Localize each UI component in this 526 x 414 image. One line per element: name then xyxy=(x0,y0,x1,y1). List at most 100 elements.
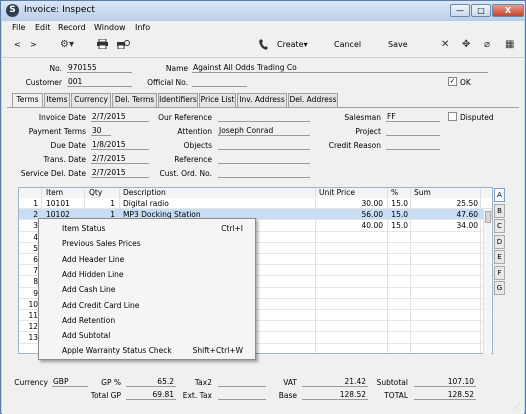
row-number-cell[interactable]: 7 xyxy=(23,265,38,276)
side-tab-d[interactable]: D xyxy=(494,234,505,249)
context-menu-item[interactable]: Item Status Ctrl+I xyxy=(39,221,255,236)
attachment-icon[interactable]: ⌀ xyxy=(484,39,490,50)
tab-terms[interactable]: Terms xyxy=(12,93,43,108)
percent-cell[interactable]: 15.0 xyxy=(389,220,408,231)
tab-del-address[interactable]: Del. Address xyxy=(288,93,338,107)
reference-field[interactable] xyxy=(218,154,310,164)
no-field[interactable]: 970155 xyxy=(67,63,132,73)
tab-price-list[interactable]: Price List xyxy=(199,93,236,107)
context-menu-item-label: Apple Warranty Status Check xyxy=(62,346,172,356)
trans-date-field[interactable]: 2/7/2015 xyxy=(91,154,149,164)
payment-terms-field[interactable]: 30 xyxy=(91,126,111,136)
official-no-field[interactable] xyxy=(192,77,247,87)
tab-del-terms[interactable]: Del. Terms xyxy=(112,93,157,107)
context-menu-item[interactable]: Add Retention xyxy=(39,313,255,328)
menu-file[interactable]: File xyxy=(12,23,25,32)
scrollbar-thumb[interactable] xyxy=(485,211,491,223)
sum-cell[interactable]: 25.50 xyxy=(412,198,478,209)
context-menu-item[interactable]: Previous Sales Prices xyxy=(39,236,255,251)
unit-price-cell[interactable]: 56.00 xyxy=(317,209,383,220)
disputed-checkbox[interactable] xyxy=(448,112,457,121)
tab-currency[interactable]: Currency xyxy=(71,93,111,107)
description-cell[interactable]: Digital radio xyxy=(123,198,313,209)
maximize-button[interactable]: □ xyxy=(471,4,491,17)
tab-identifiers[interactable]: Identifiers xyxy=(158,93,198,107)
phone-icon[interactable] xyxy=(259,39,268,53)
print-icon[interactable] xyxy=(97,38,108,52)
row-number-cell[interactable]: 10 xyxy=(23,299,38,310)
name-field[interactable]: Against All Odds Trading Co xyxy=(192,63,488,73)
close-icon[interactable]: ✕ xyxy=(441,39,449,50)
percent-cell[interactable]: 15.0 xyxy=(389,209,408,220)
sum-cell[interactable]: 47.60 xyxy=(412,209,478,220)
attention-field[interactable]: Joseph Conrad xyxy=(218,126,310,136)
side-tab-g[interactable]: G xyxy=(494,281,505,295)
invoice-date-field[interactable]: 2/7/2015 xyxy=(91,112,149,122)
menu-record[interactable]: Record xyxy=(58,23,86,32)
tab-divider xyxy=(7,107,519,108)
create-button[interactable]: Create▾ xyxy=(277,40,308,49)
due-date-field[interactable]: 1/8/2015 xyxy=(91,140,149,150)
row-number-cell[interactable]: 4 xyxy=(23,232,38,243)
resize-grip-icon[interactable]: ⋰ xyxy=(514,403,520,410)
row-number-cell[interactable]: 12 xyxy=(23,321,38,332)
unit-price-cell[interactable]: 40.00 xyxy=(317,220,383,231)
context-menu-item[interactable]: Add Hidden Line xyxy=(39,267,255,282)
expand-icon[interactable]: ✥ xyxy=(462,39,470,50)
tab-inv-address[interactable]: Inv. Address xyxy=(237,93,287,107)
cancel-button[interactable]: Cancel xyxy=(334,40,361,49)
side-tab-b[interactable]: B xyxy=(494,203,505,218)
print-preview-icon[interactable] xyxy=(117,39,130,52)
ok-checkbox[interactable]: ✓ xyxy=(448,77,457,86)
cust-ord-no-field[interactable] xyxy=(218,168,310,178)
back-button[interactable]: < xyxy=(14,40,21,49)
grid-icon[interactable]: ▦ xyxy=(505,39,514,50)
percent-cell[interactable]: 15.0 xyxy=(389,198,408,209)
context-menu-item-label: Previous Sales Prices xyxy=(62,239,141,249)
unit-price-cell[interactable]: 30.00 xyxy=(317,198,383,209)
side-tab-a[interactable]: A xyxy=(494,188,505,202)
context-menu-item[interactable]: Apple Warranty Status Check Shift+Ctrl+W xyxy=(39,343,255,358)
menu-info[interactable]: Info xyxy=(135,23,150,32)
row-number-cell[interactable]: 8 xyxy=(23,276,38,287)
row-number-cell[interactable]: 13 xyxy=(23,332,38,343)
context-menu-item[interactable]: Add Subtotal xyxy=(39,328,255,343)
salesman-field[interactable]: FF xyxy=(386,112,440,122)
gear-icon[interactable]: ⚙▾ xyxy=(60,39,74,50)
context-menu: Item Status Ctrl+I Previous Sales Prices Ad… xyxy=(38,218,256,360)
menu-window[interactable]: Window xyxy=(94,23,126,32)
row-number-cell[interactable]: 5 xyxy=(23,243,38,254)
tab-items[interactable]: Items xyxy=(44,93,70,107)
row-number-cell[interactable]: 11 xyxy=(23,310,38,321)
service-del-date-label: Service Del. Date xyxy=(20,169,86,178)
context-menu-item[interactable]: Add Credit Card Line xyxy=(39,298,255,313)
side-tab-e[interactable]: E xyxy=(494,250,505,264)
due-date-label: Due Date xyxy=(50,141,86,150)
project-field[interactable] xyxy=(386,126,440,136)
minimize-button[interactable]: — xyxy=(450,4,470,17)
grid-scrollbar[interactable] xyxy=(483,209,491,354)
service-del-date-field[interactable]: 2/7/2015 xyxy=(91,168,149,178)
row-number-cell[interactable]: 1 xyxy=(23,198,38,209)
context-menu-item[interactable]: Add Cash Line xyxy=(39,282,255,297)
row-number-cell[interactable]: 3 xyxy=(23,220,38,231)
table-row[interactable]: 1 10101 1 Digital radio 30.00 15.0 25.50 xyxy=(19,198,492,210)
row-number-cell[interactable]: 2 xyxy=(23,209,38,220)
currency-field[interactable]: GBP xyxy=(52,377,88,387)
item-cell[interactable]: 10101 xyxy=(46,198,84,209)
row-number-cell[interactable]: 9 xyxy=(23,288,38,299)
context-menu-item[interactable]: Add Header Line xyxy=(39,252,255,267)
row-number-cell[interactable]: 6 xyxy=(23,254,38,265)
side-tab-c[interactable]: C xyxy=(494,219,505,233)
side-tab-f[interactable]: F xyxy=(494,265,505,280)
forward-button[interactable]: > xyxy=(30,40,37,49)
save-button[interactable]: Save xyxy=(388,40,408,49)
credit-reason-field[interactable] xyxy=(386,140,440,150)
qty-cell[interactable]: 1 xyxy=(87,198,115,209)
sum-cell[interactable]: 34.00 xyxy=(412,220,478,231)
menu-edit[interactable]: Edit xyxy=(35,23,51,32)
objects-field[interactable] xyxy=(218,140,310,150)
close-window-button[interactable]: X xyxy=(492,4,524,17)
customer-field[interactable]: 001 xyxy=(67,77,132,87)
our-reference-field[interactable] xyxy=(218,112,310,122)
